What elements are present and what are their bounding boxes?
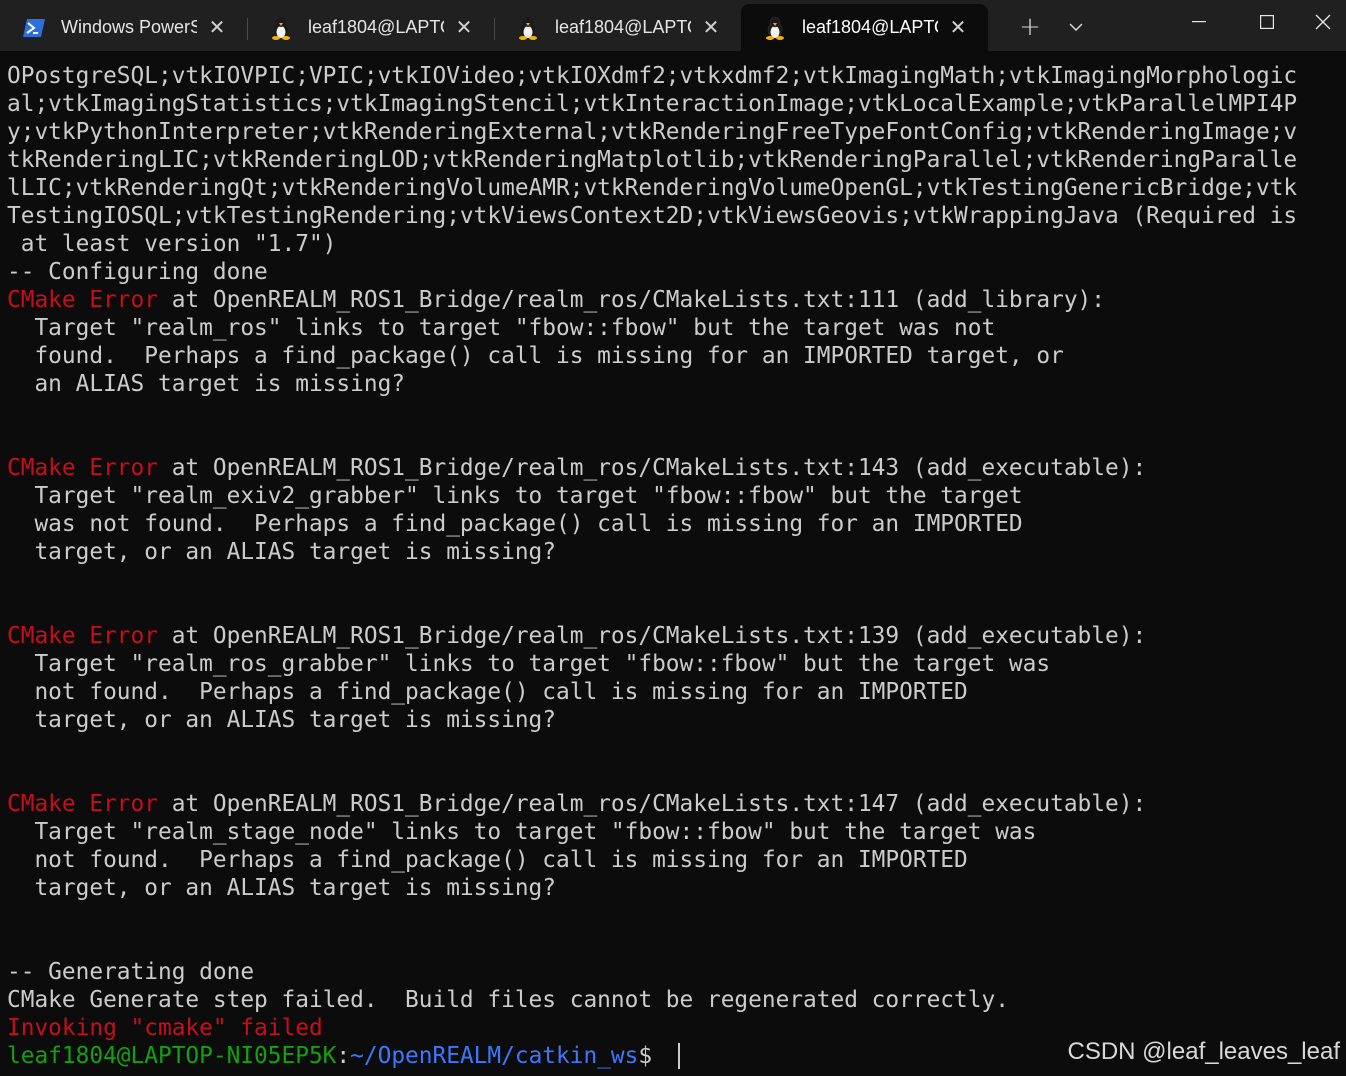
output-text: at OpenREALM_ROS1_Bridge/realm_ros/CMake…	[157, 455, 1147, 481]
error-text: CMake Error	[7, 791, 158, 817]
tab-bar: Windows PowerShell ✕ leaf1804@LAPTOP-NI0…	[0, 0, 1346, 51]
tab-ubuntu-3-active[interactable]: leaf1804@LAPTOP-NI05EP5K: ~/OpenREALM/ca…	[741, 4, 988, 51]
terminal-line: CMake Error at OpenREALM_ROS1_Bridge/rea…	[7, 622, 1341, 650]
powershell-icon	[22, 16, 46, 40]
prompt-path: ~/OpenREALM/catkin_ws	[350, 1043, 639, 1069]
output-text: -- Generating done	[7, 959, 255, 985]
output-text: Target "realm_exiv2_grabber" links to ta…	[7, 483, 1023, 509]
chevron-down-icon	[1069, 23, 1083, 31]
terminal-line: -- Generating done	[7, 958, 1341, 986]
output-text: y;vtkPythonInterpreter;vtkRenderingExter…	[7, 119, 1298, 145]
output-text: Target "realm_ros" links to target "fbow…	[7, 315, 996, 341]
maximize-icon	[1260, 15, 1274, 29]
close-tab-icon[interactable]: ✕	[701, 17, 721, 37]
tab-dropdown-button[interactable]	[1054, 8, 1098, 46]
terminal-line: target, or an ALIAS target is missing?	[7, 538, 1341, 566]
tab-title: leaf1804@LAPTOP-NI05EP5K: ~/OpenREALM/ca…	[802, 17, 938, 37]
output-text: Target "realm_ros_grabber" links to targ…	[7, 651, 1051, 677]
terminal-line: at least version "1.7")	[7, 230, 1341, 258]
terminal-line: CMake Error at OpenREALM_ROS1_Bridge/rea…	[7, 790, 1341, 818]
tab-powershell[interactable]: Windows PowerShell ✕	[0, 4, 247, 51]
output-text: tkRenderingLIC;vtkRenderingLOD;vtkRender…	[7, 147, 1298, 173]
terminal-line: not found. Perhaps a find_package() call…	[7, 846, 1341, 874]
maximize-button[interactable]	[1232, 0, 1302, 44]
output-text: OPostgreSQL;vtkIOVPIC;VPIC;vtkIOVideo;vt…	[7, 63, 1298, 89]
output-text: -- Configuring done	[7, 259, 268, 285]
terminal-line: found. Perhaps a find_package() call is …	[7, 342, 1341, 370]
terminal-output[interactable]: OPostgreSQL;vtkIOVPIC;VPIC;vtkIOVideo;vt…	[7, 62, 1341, 1072]
terminal-line: target, or an ALIAS target is missing?	[7, 874, 1341, 902]
minimize-icon	[1192, 21, 1206, 23]
terminal-line: OPostgreSQL;vtkIOVPIC;VPIC;vtkIOVideo;vt…	[7, 62, 1341, 90]
output-text: at OpenREALM_ROS1_Bridge/realm_ros/CMake…	[157, 287, 1106, 313]
output-text: target, or an ALIAS target is missing?	[7, 539, 556, 565]
terminal-line: Target "realm_stage_node" links to targe…	[7, 818, 1341, 846]
minimize-button[interactable]	[1164, 0, 1234, 44]
tab-title: Windows PowerShell	[61, 17, 197, 37]
terminal-line: al;vtkImagingStatistics;vtkImagingStenci…	[7, 90, 1341, 118]
tab-ubuntu-2[interactable]: leaf1804@LAPTOP-NI05EP5K: ~/OpenREALM/ca…	[494, 4, 741, 51]
terminal-line: was not found. Perhaps a find_package() …	[7, 510, 1341, 538]
terminal-line: Target "realm_ros" links to target "fbow…	[7, 314, 1341, 342]
close-tab-icon[interactable]: ✕	[207, 17, 227, 37]
terminal-line: Target "realm_ros_grabber" links to targ…	[7, 650, 1341, 678]
terminal-line: CMake Error at OpenREALM_ROS1_Bridge/rea…	[7, 454, 1341, 482]
tab-title: leaf1804@LAPTOP-NI05EP5K: ~/OpenREALM/ca…	[555, 17, 691, 37]
close-window-button[interactable]	[1300, 0, 1346, 44]
output-text: an ALIAS target is missing?	[7, 371, 406, 397]
linux-penguin-icon	[269, 16, 293, 40]
close-icon	[1315, 14, 1331, 30]
terminal-line: -- Configuring done	[7, 258, 1341, 286]
terminal-line: Target "realm_exiv2_grabber" links to ta…	[7, 482, 1341, 510]
terminal-line: not found. Perhaps a find_package() call…	[7, 678, 1341, 706]
terminal-line: an ALIAS target is missing?	[7, 370, 1341, 398]
linux-penguin-icon	[516, 16, 540, 40]
close-tab-icon[interactable]: ✕	[948, 17, 968, 37]
error-text: CMake Error	[7, 623, 158, 649]
prompt-user-host: leaf1804@LAPTOP-NI05EP5K	[7, 1043, 337, 1069]
output-text: target, or an ALIAS target is missing?	[7, 875, 556, 901]
error-text: Invoking "cmake" failed	[7, 1015, 323, 1041]
terminal-line: TestingIOSQL;vtkTestingRendering;vtkView…	[7, 202, 1341, 230]
output-text: al;vtkImagingStatistics;vtkImagingStenci…	[7, 91, 1298, 117]
terminal-line: CMake Error at OpenREALM_ROS1_Bridge/rea…	[7, 286, 1341, 314]
output-text: target, or an ALIAS target is missing?	[7, 707, 556, 733]
text-cursor	[677, 1043, 680, 1069]
linux-penguin-icon	[763, 16, 787, 40]
output-text: at OpenREALM_ROS1_Bridge/realm_ros/CMake…	[157, 791, 1147, 817]
terminal-line: target, or an ALIAS target is missing?	[7, 706, 1341, 734]
output-text: not found. Perhaps a find_package() call…	[7, 847, 968, 873]
output-text: Target "realm_stage_node" links to targe…	[7, 819, 1037, 845]
terminal-line: y;vtkPythonInterpreter;vtkRenderingExter…	[7, 118, 1341, 146]
close-tab-icon[interactable]: ✕	[454, 17, 474, 37]
prompt-symbol: $	[638, 1043, 666, 1069]
tab-title: leaf1804@LAPTOP-NI05EP5K: ~/OpenREALM/ca…	[308, 17, 444, 37]
prompt-separator: :	[336, 1043, 351, 1069]
csdn-watermark: CSDN @leaf_leaves_leaf	[1067, 1038, 1341, 1065]
output-text: found. Perhaps a find_package() call is …	[7, 343, 1064, 369]
terminal-line: lLIC;vtkRenderingQt;vtkRenderingVolumeAM…	[7, 174, 1341, 202]
output-text: at OpenREALM_ROS1_Bridge/realm_ros/CMake…	[157, 623, 1147, 649]
terminal-line: tkRenderingLIC;vtkRenderingLOD;vtkRender…	[7, 146, 1341, 174]
output-text: was not found. Perhaps a find_package() …	[7, 511, 1023, 537]
output-text: not found. Perhaps a find_package() call…	[7, 679, 968, 705]
output-text: lLIC;vtkRenderingQt;vtkRenderingVolumeAM…	[7, 175, 1298, 201]
tab-ubuntu-1[interactable]: leaf1804@LAPTOP-NI05EP5K: ~/OpenREALM/ca…	[247, 4, 494, 51]
error-text: CMake Error	[7, 455, 158, 481]
output-text: CMake Generate step failed. Build files …	[7, 987, 1009, 1013]
output-text: TestingIOSQL;vtkTestingRendering;vtkView…	[7, 203, 1298, 229]
error-text: CMake Error	[7, 287, 158, 313]
new-tab-button[interactable]: +	[1008, 8, 1052, 46]
terminal-line: CMake Generate step failed. Build files …	[7, 986, 1341, 1014]
output-text: at least version "1.7")	[7, 231, 337, 257]
